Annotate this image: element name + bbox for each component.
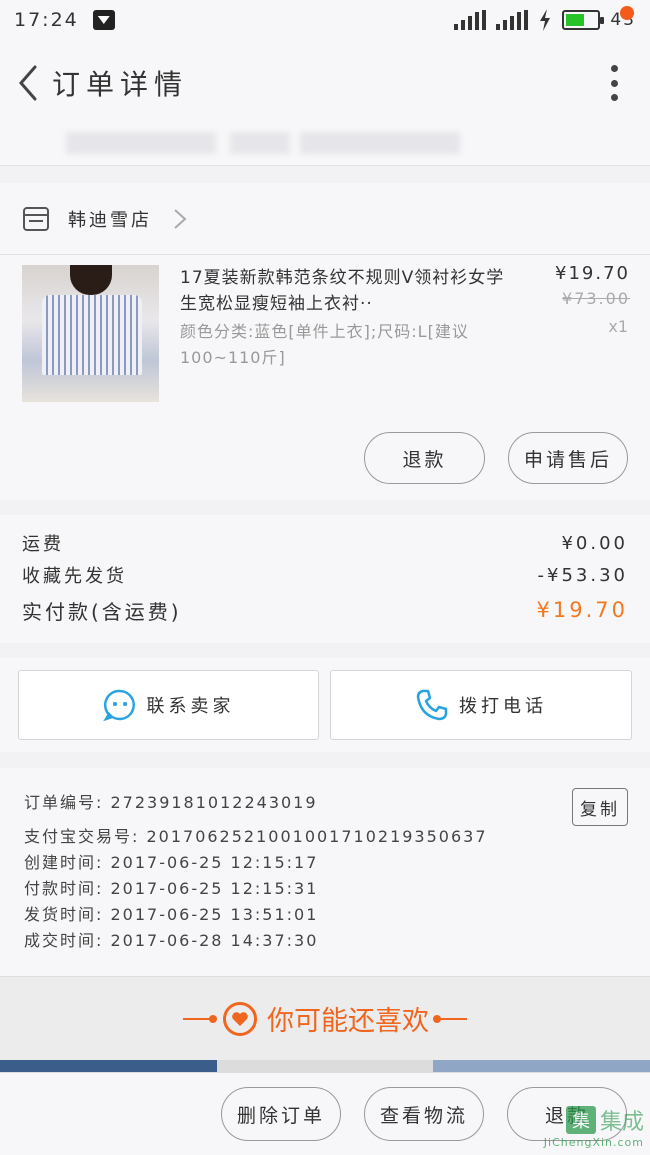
notification-icon — [92, 10, 115, 30]
alipay-number: 支付宝交易号: 2017062521001001710219350637 — [24, 827, 488, 846]
discount-label: 收藏先发货 — [22, 566, 127, 587]
chevron-right-icon — [174, 208, 187, 229]
discount-row: 收藏先发货 -¥53.30 — [22, 559, 628, 591]
status-time: 17:24 — [14, 9, 79, 31]
view-logistics-button[interactable]: 查看物流 — [364, 1087, 484, 1141]
delete-order-button[interactable]: 删除订单 — [221, 1087, 341, 1141]
shop-row[interactable]: 韩迪雪店 — [0, 183, 650, 255]
heart-icon — [223, 1001, 257, 1036]
battery-icon — [562, 10, 605, 30]
total-row: 实付款(含运费) ¥19.70 — [22, 591, 628, 629]
fee-summary: 运费 ¥0.00 收藏先发货 -¥53.30 实付款(含运费) ¥19.70 — [0, 515, 650, 643]
chat-bubble-icon — [102, 689, 135, 722]
bottom-refund-button[interactable]: 退款 — [507, 1087, 627, 1141]
shipping-label: 运费 — [22, 534, 64, 555]
shipped-time: 发货时间: 2017-06-25 13:51:01 — [24, 905, 319, 924]
status-bar: 17:24 43 — [0, 0, 650, 40]
shipping-value: ¥0.00 — [561, 532, 628, 554]
page-title: 订单详情 — [52, 68, 189, 101]
order-info: 订单编号: 2723918101224301​9 支付宝交易号: 2017062… — [0, 768, 650, 976]
back-icon[interactable] — [8, 63, 48, 103]
wifi-signal-icon — [454, 10, 487, 30]
blurred-address-row — [0, 126, 650, 166]
divider-left — [183, 1014, 217, 1023]
total-value: ¥19.70 — [536, 598, 628, 622]
divider-right — [433, 1014, 467, 1023]
total-label: 实付款(含运费) — [22, 599, 182, 624]
contact-section: 联系卖家 拨打电话 — [0, 658, 650, 752]
product-quantity: x1 — [608, 317, 628, 336]
contact-seller-label: 联系卖家 — [146, 696, 235, 717]
aftersale-button[interactable]: 申请售后 — [508, 432, 628, 484]
shop-name: 韩迪雪店 — [68, 209, 152, 231]
completed-time: 成交时间: 2017-06-28 14:37:30 — [24, 931, 319, 950]
call-button[interactable]: 拨打电话 — [330, 670, 632, 740]
phone-icon — [416, 689, 448, 721]
created-time: 创建时间: 2017-06-25 12:15:17 — [24, 853, 319, 872]
recommend-header: 你可能还喜欢 — [0, 976, 650, 1060]
notification-dot — [620, 6, 634, 20]
call-label: 拨打电话 — [459, 696, 547, 717]
recommend-images-strip — [0, 1060, 650, 1072]
bottom-action-bar: 删除订单 查看物流 退款 — [0, 1072, 650, 1155]
charging-icon — [540, 9, 551, 31]
product-title: 17夏装新款韩范条纹不规则V领衬衫女学生宽松显瘦短袖上衣衬·· — [180, 268, 505, 314]
product-price: ¥19.70 — [555, 263, 630, 284]
copy-button[interactable]: 复制 — [572, 788, 628, 826]
product-image[interactable] — [22, 265, 159, 402]
contact-seller-button[interactable]: 联系卖家 — [18, 670, 319, 740]
discount-value: -¥53.30 — [537, 564, 628, 586]
product-original-price: ¥73.00 — [562, 289, 630, 308]
product-card[interactable]: 17夏装新款韩范条纹不规则V领衬衫女学生宽松显瘦短袖上衣衬·· 颜色分类:蓝色[… — [0, 255, 650, 500]
paid-time: 付款时间: 2017-06-25 12:15:31 — [24, 879, 319, 898]
store-icon — [23, 206, 49, 231]
cellular-signal-icon — [496, 10, 529, 30]
product-sku: 颜色分类:蓝色[单件上衣];尺码:L[建议100~110斤] — [180, 322, 469, 367]
shipping-row: 运费 ¥0.00 — [22, 527, 628, 559]
recommend-title: 你可能还喜欢 — [267, 1006, 429, 1036]
order-number: 订单编号: 2723918101224301​9 — [24, 793, 318, 812]
refund-button[interactable]: 退款 — [364, 432, 485, 484]
app-header: 订单详情 — [0, 40, 650, 126]
more-menu-icon[interactable] — [604, 61, 624, 105]
status-right: 43 — [454, 9, 636, 31]
